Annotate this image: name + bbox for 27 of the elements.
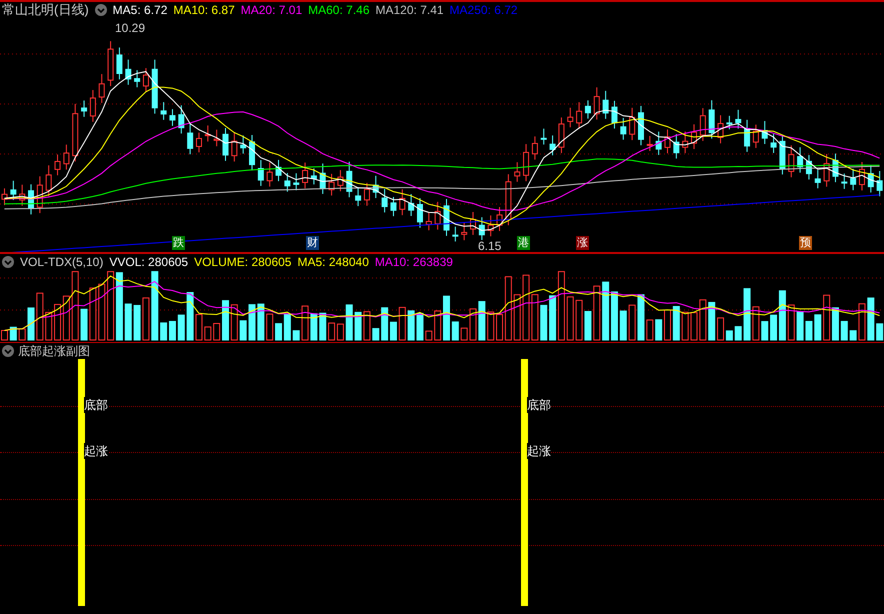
indicator-reading: MA5: 6.72: [112, 2, 168, 18]
indicator-reading: MA10: 6.87: [173, 2, 235, 18]
indicator-reading: MA250: 6.72: [450, 2, 518, 18]
chart-title: 常山北明(日线): [2, 2, 89, 18]
dropdown-icon[interactable]: [2, 256, 14, 268]
event-marker[interactable]: 财: [306, 236, 319, 250]
signal-label: 底部: [527, 397, 551, 413]
indicator-reading: MA20: 7.01: [240, 2, 302, 18]
indicator-reading: VVOL: 280605: [109, 254, 188, 270]
indicator-reading: MA5: 248040: [297, 254, 369, 270]
indicator-title: 底部起涨副图: [18, 343, 90, 359]
signal-label: 起涨: [527, 443, 551, 459]
dropdown-icon[interactable]: [2, 345, 14, 357]
signal-label: 底部: [84, 397, 108, 413]
event-marker[interactable]: 预: [799, 236, 812, 250]
signal-label: 起涨: [84, 443, 108, 459]
indicator-reading: VOLUME: 280605: [194, 254, 292, 270]
high-price-label: 10.29: [115, 20, 146, 36]
dropdown-icon[interactable]: [94, 4, 107, 16]
event-marker[interactable]: 跌: [172, 236, 185, 250]
indicator-reading: MA10: 263839: [374, 254, 453, 270]
indicator-reading: MA120: 7.41: [376, 2, 444, 18]
low-price-label: 6.15: [478, 240, 502, 252]
event-marker[interactable]: 涨: [576, 236, 589, 250]
indicator-reading: MA60: 7.46: [308, 2, 370, 18]
event-marker[interactable]: 港: [517, 236, 530, 250]
indicator-title: VOL-TDX(5,10): [20, 254, 104, 270]
